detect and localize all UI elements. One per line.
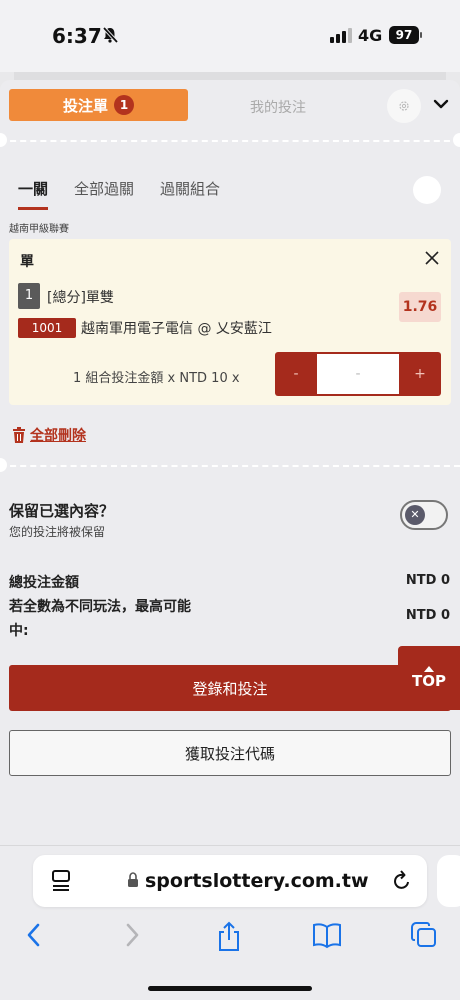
tab-bet-slip[interactable]: 投注單 1 <box>9 89 188 121</box>
bet-card: 單 1 [總分]單雙 1.76 1001 越南軍用電子電信 @ 乂安藍江 1 組… <box>9 239 451 405</box>
total-stake-label: 總投注金額 <box>9 575 79 591</box>
match-code: 1001 <box>18 318 76 338</box>
next-tab-edge <box>437 855 460 907</box>
stake-label: 1 組合投注金額 x NTD 10 x <box>73 371 240 386</box>
tab-single[interactable]: 一關 <box>18 178 49 210</box>
trash-icon <box>13 427 25 443</box>
total-stake-value: NTD 0 <box>405 573 450 588</box>
divider-notch-right <box>453 133 460 147</box>
bookmarks-icon[interactable] <box>312 921 342 949</box>
delete-all-label: 全部刪除 <box>30 428 86 444</box>
close-icon[interactable] <box>423 249 441 267</box>
chevron-down-icon[interactable] <box>433 98 449 110</box>
stake-stepper: - - + <box>275 352 441 396</box>
max-win-value: NTD 0 <box>405 608 450 623</box>
keep-selection-title: 保留已選內容？ <box>9 502 115 520</box>
back-icon[interactable] <box>24 921 44 949</box>
match-name: 越南軍用電子電信 @ 乂安藍江 <box>81 321 272 337</box>
battery-icon: 97 <box>389 26 419 44</box>
decrease-button[interactable]: - <box>275 352 317 396</box>
keep-selection-toggle[interactable]: ✕ <box>400 500 448 530</box>
bet-slip-tabbar: 投注單 1 我的投注 <box>9 89 451 123</box>
max-win-label-line2: 中: <box>9 623 29 639</box>
increase-button[interactable]: + <box>399 352 441 396</box>
settings-button[interactable] <box>387 89 421 123</box>
back-to-top-button[interactable]: TOP <box>398 646 460 710</box>
battery-nub <box>420 32 422 38</box>
delete-all-link[interactable]: 全部刪除 <box>12 425 86 445</box>
address-bar[interactable]: sportslottery.com.tw <box>33 855 427 907</box>
browser-chrome: sportslottery.com.tw <box>0 845 460 1000</box>
bet-count-badge: 1 <box>114 95 134 115</box>
bet-type-tabs: 一關 全部過關 過關組合 <box>18 178 246 210</box>
page-behind-strip <box>14 72 446 80</box>
bet-slip-sheet: 投注單 1 我的投注 一關 全部過關 過關組合 越南甲級聯賽 單 1 [總分]單… <box>0 80 460 845</box>
tab-bet-slip-label: 投注單 <box>62 96 108 115</box>
tabs-icon[interactable] <box>410 921 438 949</box>
share-icon[interactable] <box>216 921 242 953</box>
get-bet-code-button[interactable]: 獲取投注代碼 <box>9 730 451 776</box>
selection-index: 1 <box>18 283 40 309</box>
tab-parlay-combo[interactable]: 過關組合 <box>160 178 220 210</box>
top-label: TOP <box>412 672 446 690</box>
signal-icon <box>330 28 352 43</box>
login-and-bet-button[interactable]: 登錄和投注 <box>9 665 451 711</box>
toggle-off-icon: ✕ <box>405 505 425 525</box>
forward-icon[interactable] <box>122 921 142 949</box>
status-time: 6:37 <box>52 24 102 48</box>
divider-notch-left <box>0 133 7 147</box>
odds-badge: 1.76 <box>399 292 441 322</box>
bell-muted-icon <box>102 26 119 44</box>
network-type: 4G <box>358 26 383 45</box>
max-win-label-line1: 若全數為不同玩法，最高可能 <box>9 599 191 615</box>
tab-all-parlay[interactable]: 全部過關 <box>74 178 134 210</box>
stake-input[interactable]: - <box>317 352 399 396</box>
reload-icon[interactable] <box>391 869 413 893</box>
league-name: 越南甲級聯賽 <box>9 224 69 235</box>
bet-card-title: 單 <box>20 254 34 270</box>
divider-notch-left-2 <box>0 458 7 472</box>
keep-selection-subtitle: 您的投注將被保留 <box>9 525 106 539</box>
status-bar: 6:37 4G 97 <box>0 0 460 72</box>
tab-my-bets[interactable]: 我的投注 <box>250 97 306 117</box>
browser-toolbar <box>0 921 460 961</box>
reader-icon[interactable] <box>51 869 73 893</box>
dashed-divider <box>0 140 460 142</box>
dashed-divider-2 <box>0 465 460 467</box>
lock-icon <box>128 872 138 887</box>
round-placeholder <box>413 176 441 204</box>
gear-icon <box>399 101 409 111</box>
bet-market: [總分]單雙 <box>47 290 114 306</box>
home-indicator <box>148 986 312 991</box>
url-text: sportslottery.com.tw <box>145 870 369 892</box>
